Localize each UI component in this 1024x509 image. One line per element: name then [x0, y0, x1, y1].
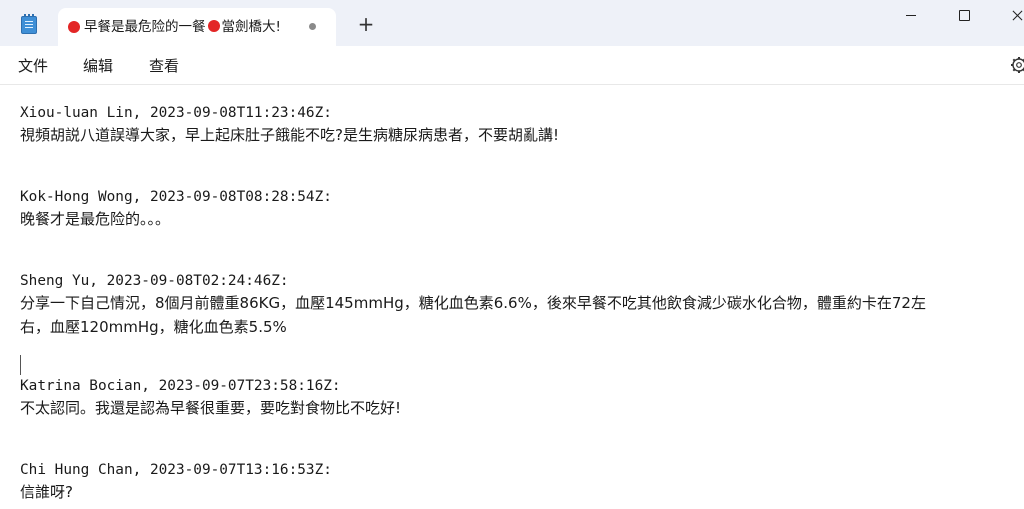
tab-title-part2: 當劍橋大! [221, 19, 281, 35]
comment-text: 視頻胡説八道誤導大家，早上起床肚子餓能不吃?是生病糖尿病患者，不要胡亂講! [20, 126, 559, 144]
notepad-app-icon [21, 14, 37, 34]
comment-text: 右，血壓120mmHg，糖化血色素5.5% [20, 318, 287, 336]
tab-title-part1: 早餐是最危险的一餐 [84, 19, 206, 35]
comment-text: 分享一下自己情況，8個月前體重86KG，血壓145mmHg，糖化血色素6.6%，… [20, 294, 926, 312]
red-circle-icon-inline [207, 20, 220, 32]
tab-title: 早餐是最危险的一餐 當劍橋大! [84, 17, 312, 37]
document-tab[interactable]: 早餐是最危险的一餐 當劍橋大! [58, 8, 336, 46]
settings-gear-icon[interactable] [1009, 56, 1024, 74]
text-editor[interactable]: Xiou-luan Lin, 2023-09-08T11:23:46Z: 視頻胡… [0, 85, 1024, 509]
close-button[interactable] [994, 0, 1024, 32]
comment-header: Chi Hung Chan, 2023-09-07T13:16:53Z: [20, 462, 332, 478]
comment-header: Katrina Bocian, 2023-09-07T23:58:16Z: [20, 378, 341, 394]
comment-header: Sheng Yu, 2023-09-08T02:24:46Z: [20, 273, 289, 289]
comment-text: 不太認同。我還是認為早餐很重要，要吃對食物比不吃好! [20, 399, 402, 417]
comment-text: 晚餐才是最危险的。。。 [20, 210, 171, 228]
menu-edit[interactable]: 编辑 [83, 56, 113, 76]
text-caret [20, 355, 21, 375]
red-circle-icon [68, 21, 80, 33]
comment-header: Xiou-luan Lin, 2023-09-08T11:23:46Z: [20, 105, 332, 121]
title-bar: 早餐是最危险的一餐 當劍橋大! + [0, 0, 1024, 46]
comment-text: 信誰呀? [20, 483, 73, 501]
maximize-button[interactable] [941, 0, 987, 32]
menu-file[interactable]: 文件 [18, 56, 48, 76]
menu-view[interactable]: 查看 [149, 56, 179, 76]
minimize-button[interactable] [888, 0, 934, 32]
notepad-window: 早餐是最危险的一餐 當劍橋大! + 文件 编辑 查看 Xiou-luan Lin… [0, 0, 1024, 509]
unsaved-dot-icon[interactable] [309, 23, 316, 30]
comment-header: Kok-Hong Wong, 2023-09-08T08:28:54Z: [20, 189, 332, 205]
new-tab-button[interactable]: + [355, 14, 377, 36]
menu-bar: 文件 编辑 查看 [0, 46, 1024, 85]
